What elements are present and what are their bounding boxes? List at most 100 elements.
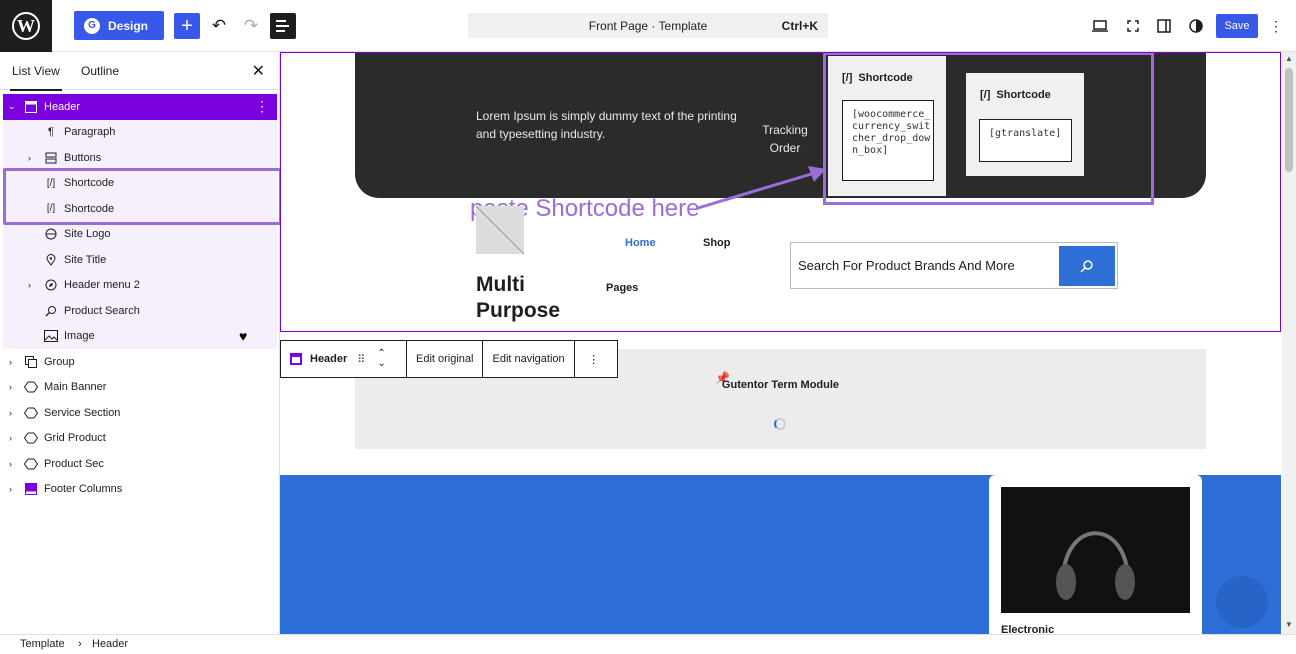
wordpress-logo-button[interactable]: W: [0, 0, 52, 52]
list-view-sidebar: List View Outline ✕ ⌄ Header ⋮ ¶ Paragra…: [0, 52, 280, 634]
block-options-button[interactable]: ⋮: [575, 341, 613, 377]
tree-item-shortcode[interactable]: [/] Shortcode: [3, 196, 277, 222]
settings-button[interactable]: [1151, 13, 1177, 39]
chevron-right-icon[interactable]: ›: [28, 280, 31, 290]
drag-handle-icon[interactable]: ⠿: [357, 353, 365, 366]
tree-item-shortcode[interactable]: [/] Shortcode: [3, 170, 277, 196]
shortcode-icon: [/]: [46, 203, 56, 215]
tree-item-label: Group: [44, 355, 75, 368]
tree-item-label: Grid Product: [44, 432, 106, 445]
group-icon: [24, 355, 38, 369]
undo-button[interactable]: ↶: [206, 13, 232, 39]
tab-outline[interactable]: Outline: [81, 64, 119, 78]
plus-icon: +: [181, 14, 193, 37]
pattern-icon: [24, 380, 38, 394]
design-label: Design: [108, 18, 149, 33]
tree-item-header[interactable]: ⌄ Header ⋮: [3, 94, 277, 120]
shortcode-icon: [/]: [46, 177, 56, 189]
scroll-down-icon[interactable]: ▼: [1285, 620, 1293, 629]
wordpress-logo-icon: W: [12, 12, 40, 40]
edit-original-button[interactable]: Edit original: [407, 341, 484, 377]
edit-navigation-button[interactable]: Edit navigation: [483, 341, 575, 377]
block-options-icon[interactable]: ⋮: [255, 98, 269, 115]
tree-item-product-search[interactable]: Product Search: [3, 298, 277, 324]
redo-button[interactable]: ↷: [238, 13, 264, 39]
product-category-label: Electronic: [1001, 624, 1055, 634]
chevron-right-icon[interactable]: ›: [9, 357, 12, 367]
options-button[interactable]: ⋮: [1263, 13, 1289, 39]
tree-item-label: Paragraph: [64, 126, 116, 139]
tree-item-label: Site Title: [64, 253, 107, 266]
search-icon: [44, 304, 58, 318]
design-button[interactable]: G Design: [74, 11, 164, 40]
tree-item-site-logo[interactable]: Site Logo: [3, 221, 277, 247]
block-name: Header: [310, 353, 348, 365]
tree-item-buttons[interactable]: › Buttons: [3, 145, 277, 171]
pattern-icon: [24, 457, 38, 471]
styles-button[interactable]: [1183, 13, 1209, 39]
tree-item-paragraph[interactable]: ¶ Paragraph: [3, 119, 277, 145]
shortcut-hint: Ctrl+K: [781, 19, 818, 33]
external-icon: [1127, 20, 1139, 32]
chevron-down-icon[interactable]: ⌄: [8, 101, 16, 112]
redo-icon: ↷: [243, 16, 259, 35]
block-inserter-button[interactable]: +: [174, 13, 200, 39]
desktop-icon: [1092, 20, 1108, 32]
document-overview-button[interactable]: [270, 13, 296, 39]
block-switcher[interactable]: Header ⠿ ⌃ ⌄: [281, 341, 407, 377]
chat-widget-icon[interactable]: [1216, 576, 1268, 628]
breadcrumb-root[interactable]: Template: [20, 638, 65, 650]
tree-item-group[interactable]: › Group: [0, 349, 280, 375]
tree-item-product-sec[interactable]: › Product Sec: [0, 451, 280, 477]
chevron-right-icon[interactable]: ›: [9, 382, 12, 392]
device-preview-button[interactable]: [1087, 13, 1113, 39]
tree-item-site-title[interactable]: Site Title: [3, 247, 277, 273]
tree-item-label: Product Search: [64, 304, 140, 317]
scroll-up-icon[interactable]: ▲: [1285, 54, 1293, 63]
image-icon: [44, 329, 58, 343]
breadcrumb-current[interactable]: Header: [92, 638, 128, 650]
chevron-right-icon[interactable]: ›: [28, 153, 31, 163]
template-part-icon: [24, 100, 38, 114]
list-view-icon: [276, 20, 286, 22]
tree-item-label: Header menu 2: [64, 279, 140, 292]
tree-item-grid-product[interactable]: › Grid Product: [0, 426, 280, 452]
tab-list-view[interactable]: List View: [10, 64, 62, 91]
term-module-title: Gutentor Term Module: [721, 379, 840, 391]
pattern-icon: [24, 406, 38, 420]
chevron-right-icon[interactable]: ›: [9, 484, 12, 494]
sidebar-tabs: List View Outline ✕: [0, 52, 279, 91]
heart-icon: ♥: [239, 328, 248, 345]
tree-item-footer-columns[interactable]: › Footer Columns: [0, 477, 280, 503]
tree-item-label: Shortcode: [64, 177, 115, 190]
breadcrumb-separator-icon: ›: [78, 638, 82, 650]
chevron-right-icon[interactable]: ›: [9, 459, 12, 469]
canvas-scrollbar[interactable]: ▲ ▼: [1282, 52, 1296, 634]
scroll-thumb[interactable]: [1285, 68, 1293, 172]
list-view-icon-line: [276, 30, 285, 32]
move-arrows-icon[interactable]: ⌃ ⌄: [377, 349, 385, 369]
header-selection-outline: [280, 52, 1281, 332]
document-title: Front Page · Template: [588, 19, 708, 33]
block-breadcrumb: Template › Header: [0, 634, 1296, 654]
more-vertical-icon: ⋮: [1269, 17, 1283, 34]
command-palette-button[interactable]: Front Page · Template Ctrl+K: [468, 13, 828, 38]
tree-item-header-menu[interactable]: › Header menu 2: [3, 272, 277, 298]
tree-item-main-banner[interactable]: › Main Banner: [0, 375, 280, 401]
chevron-right-icon[interactable]: ›: [9, 408, 12, 418]
more-vertical-icon: ⋮: [588, 353, 600, 366]
tree-item-label: Site Logo: [64, 228, 111, 241]
tree-item-label: Shortcode: [64, 202, 115, 215]
tree-item-image[interactable]: Image ♥: [3, 323, 277, 349]
view-page-button[interactable]: [1120, 13, 1146, 39]
product-card[interactable]: Electronic: [989, 475, 1202, 634]
chevron-right-icon[interactable]: ›: [9, 433, 12, 443]
tree-item-service-section[interactable]: › Service Section: [0, 400, 280, 426]
undo-icon: ↶: [211, 16, 227, 35]
save-button[interactable]: Save: [1216, 14, 1258, 38]
sidebar-icon: [1157, 19, 1171, 33]
tree-item-label: Footer Columns: [44, 483, 123, 496]
close-sidebar-icon[interactable]: ✕: [252, 61, 265, 81]
headphones-image: [1001, 487, 1190, 613]
block-toolbar: Header ⠿ ⌃ ⌄ Edit original Edit navigatio…: [280, 340, 618, 378]
